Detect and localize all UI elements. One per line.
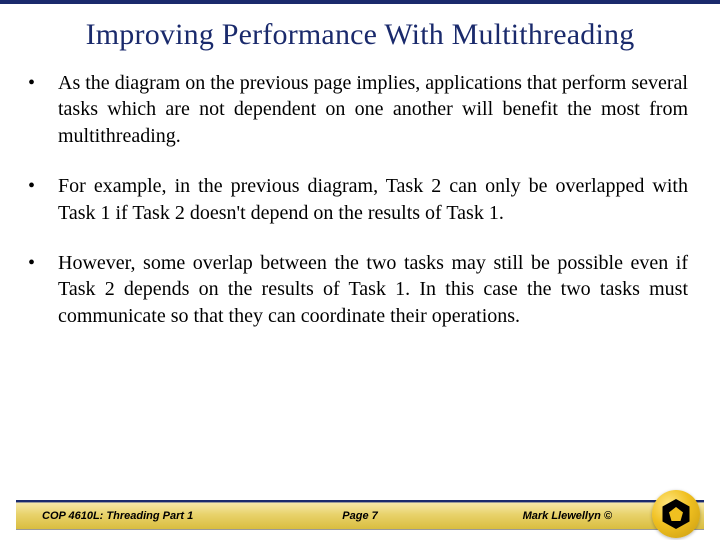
bullet-text: For example, in the previous diagram, Ta… — [58, 173, 698, 226]
footer-bar: COP 4610L: Threading Part 1 Page 7 Mark … — [16, 502, 704, 530]
bullet-marker: • — [22, 173, 58, 200]
bullet-item: • As the diagram on the previous page im… — [22, 70, 698, 149]
footer-author: Mark Llewellyn © — [523, 510, 612, 522]
bullet-text: As the diagram on the previous page impl… — [58, 70, 698, 149]
bullet-marker: • — [22, 250, 58, 277]
slide-content: • As the diagram on the previous page im… — [0, 70, 720, 329]
bullet-marker: • — [22, 70, 58, 97]
footer-course: COP 4610L: Threading Part 1 — [42, 510, 193, 522]
bullet-item: • For example, in the previous diagram, … — [22, 173, 698, 226]
ucf-logo-icon — [652, 490, 700, 538]
top-accent-bar — [0, 0, 720, 4]
slide-title: Improving Performance With Multithreadin… — [0, 18, 720, 52]
slide-footer: COP 4610L: Threading Part 1 Page 7 Mark … — [0, 492, 720, 540]
footer-page: Page 7 — [342, 510, 377, 522]
bullet-text: However, some overlap between the two ta… — [58, 250, 698, 329]
bullet-item: • However, some overlap between the two … — [22, 250, 698, 329]
